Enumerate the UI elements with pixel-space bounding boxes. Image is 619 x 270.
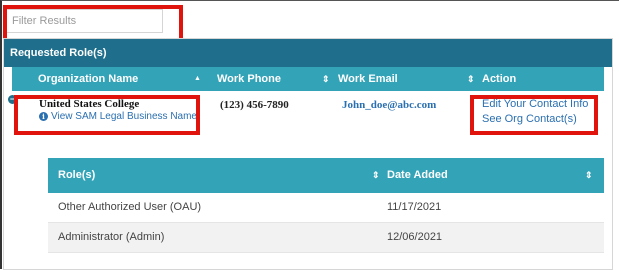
work-phone: (123) 456-7890: [220, 99, 289, 111]
column-date-added[interactable]: Date Added: [387, 158, 448, 193]
role-name: Administrator (Admin): [58, 231, 165, 243]
collapse-icon[interactable]: −: [8, 95, 17, 104]
filter-results-input[interactable]: [6, 9, 163, 33]
work-email: John_doe@abc.com: [342, 99, 437, 111]
column-roles[interactable]: Role(s): [58, 158, 95, 193]
table-row: Other Authorized User (OAU) 11/17/2021: [48, 193, 604, 223]
date-added: 11/17/2021: [387, 201, 442, 213]
column-action: Action: [482, 73, 517, 85]
table-row: Administrator (Admin) 12/06/2021: [48, 223, 604, 253]
view-sam-name-link[interactable]: i View SAM Legal Business Name: [39, 111, 197, 122]
org-table-header: Organization Name ▲ Work Phone ⇕ Work Em…: [12, 67, 604, 91]
see-org-contacts-link[interactable]: See Org Contact(s): [482, 113, 577, 125]
sort-asc-icon[interactable]: ▲: [194, 67, 201, 91]
column-org-name[interactable]: Organization Name: [38, 67, 138, 91]
column-work-phone[interactable]: Work Phone: [217, 67, 281, 91]
org-name: United States College: [39, 98, 140, 110]
org-table-row: − United States College i View SAM Legal …: [8, 91, 604, 147]
sort-icon[interactable]: ⇕: [372, 158, 380, 193]
role-name: Other Authorized User (OAU): [58, 201, 202, 213]
roles-table: Role(s) ⇕ Date Added ⇕ Other Authorized …: [48, 158, 604, 253]
roles-table-header: Role(s) ⇕ Date Added ⇕: [48, 158, 604, 193]
sort-icon[interactable]: ⇕: [467, 67, 475, 91]
edit-contact-info-link[interactable]: Edit Your Contact Info: [482, 98, 588, 110]
panel-title: Requested Role(s): [4, 39, 612, 67]
sort-icon[interactable]: ⇕: [322, 67, 330, 91]
filter-area: [3, 5, 178, 37]
sam-link-label: View SAM Legal Business Name: [51, 111, 197, 122]
requested-roles-panel: Requested Role(s) Organization Name ▲ Wo…: [3, 38, 613, 270]
info-icon: i: [39, 112, 48, 121]
sort-icon[interactable]: ⇕: [585, 158, 593, 193]
column-work-email[interactable]: Work Email: [338, 67, 398, 91]
date-added: 12/06/2021: [387, 231, 443, 243]
